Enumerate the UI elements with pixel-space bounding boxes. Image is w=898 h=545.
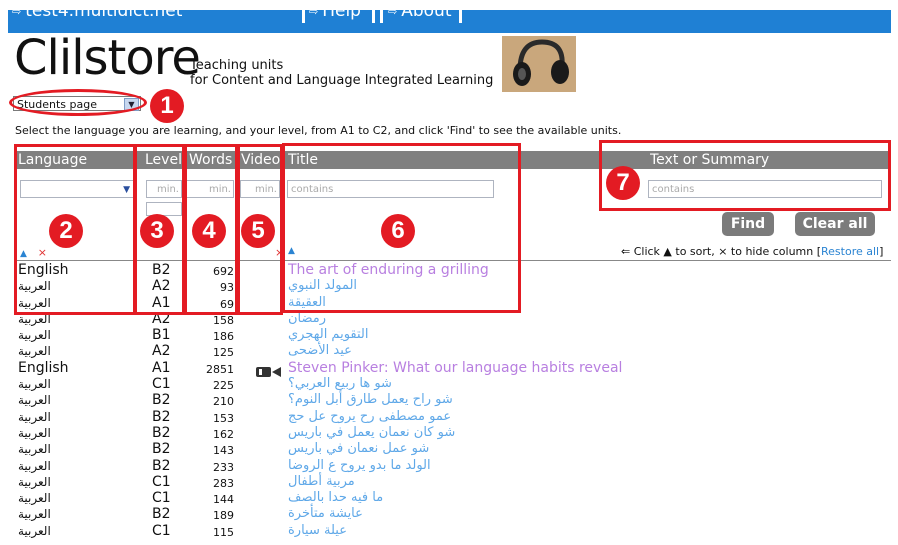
annotation-oval-page-select [9,89,147,116]
annotation-badge-2: 2 [49,214,83,248]
cell-title-link[interactable]: Steven Pinker: What our language habits … [288,360,622,376]
nav-about-link[interactable]: ⇨ About [388,1,451,22]
cell-level: A2 [152,343,171,360]
cell-level: C1 [152,376,171,393]
nav-divider [302,0,305,23]
table-row: العربية B2 153 عمو مصطفى رح يروح عل حج [16,409,891,425]
cell-language: العربية [18,328,51,343]
find-button[interactable]: Find [722,212,774,236]
cell-language: العربية [18,491,51,506]
annotation-badge-1: 1 [150,89,184,123]
nav-help-link[interactable]: ⇨ Help [309,1,361,22]
nav-site-label: test4.multidict.net [25,1,183,21]
cell-level: B2 [152,408,171,425]
cell-level: B2 [152,392,171,409]
table-row: English A1 2851 Steven Pinker: What our lan… [16,359,891,377]
arrow-right-icon: ⇨ [309,5,319,18]
cell-level: A1 [152,359,171,376]
cell-title-link[interactable]: شو راح يعمل طارق أبل النوم؟ [288,392,453,408]
cell-title-link[interactable]: ما فيه حدا بالصف [288,490,383,506]
sort-hint-text: ⇐ Click ▲ to sort, × to hide column [ [621,245,822,258]
cell-words: 115 [213,525,234,539]
cell-level: C1 [152,473,171,490]
cell-title-link[interactable]: شو كان نعمان يعمل في باريس [288,425,455,441]
cell-level: B2 [152,457,171,474]
cell-language: العربية [18,442,51,457]
nav-site-link[interactable]: ⇨ test4.multidict.net [12,1,182,22]
headphones-image [502,36,576,92]
cell-language: English [18,359,69,376]
arrow-right-icon: ⇨ [12,5,22,18]
table-row: العربية B2 143 شو عمل نعمان في باريس [16,441,891,457]
restore-all-link[interactable]: Restore all [821,245,879,258]
table-row: العربية C1 115 عيلة سيارة [16,523,891,539]
table-row: العربية B2 233 الولد ما بدو يروح ع الروضا [16,458,891,474]
annotation-box-summary [599,140,891,211]
cell-language: العربية [18,425,51,440]
cell-language: العربية [18,523,51,538]
cell-title-link[interactable]: عايشة متأخرة [288,506,363,522]
annotation-badge-5: 5 [241,214,275,248]
cell-language: العربية [18,458,51,473]
cell-title-link[interactable]: عيلة سيارة [288,523,347,539]
cell-title-link[interactable]: رمضان [288,311,326,327]
table-row: العربية B1 186 التقويم الهجري [16,327,891,343]
annotation-badge-4: 4 [192,214,226,248]
cell-language: العربية [18,344,51,359]
table-row: العربية C1 225 شو ها ربيع العربي؟ [16,376,891,392]
sort-hint-end: ] [879,245,884,258]
cell-title-link[interactable]: شو ها ربيع العربي؟ [288,376,392,392]
nav-divider [372,0,375,23]
tagline-line-1: Teaching units [190,58,284,73]
cell-level: B2 [152,506,171,523]
cell-language: العربية [18,393,51,408]
video-camera-icon [254,363,284,377]
annotation-badge-6: 6 [381,214,415,248]
cell-level: B2 [152,424,171,441]
cell-level: C1 [152,490,171,507]
clear-all-button[interactable]: Clear all [795,212,875,236]
cell-title-link[interactable]: شو عمل نعمان في باريس [288,441,429,457]
table-row: العربية B2 189 عايشة متأخرة [16,506,891,522]
nav-about-label: About [401,1,452,21]
tagline: Teaching units for Content and Language … [190,58,493,88]
cell-title-link[interactable]: مربية أطفال [288,474,355,490]
cell-language: العربية [18,507,51,522]
table-row: العربية A2 125 عيد الأضحى [16,343,891,359]
cell-title-link[interactable]: عيد الأضحى [288,343,352,359]
nav-divider [380,0,383,23]
nav-help-label: Help [322,1,361,21]
cell-title-link[interactable]: التقويم الهجري [288,327,369,343]
arrow-right-icon: ⇨ [388,5,398,18]
table-row: العربية C1 144 ما فيه حدا بالصف [16,490,891,506]
cell-title-link[interactable]: الولد ما بدو يروح ع الروضا [288,458,431,474]
annotation-badge-7: 7 [606,166,640,200]
sort-hint: ⇐ Click ▲ to sort, × to hide column [Res… [621,245,883,258]
cell-language: العربية [18,474,51,489]
cell-level: B1 [152,327,171,344]
clilstore-logo: Clilstore [14,30,201,86]
table-row: العربية C1 283 مربية أطفال [16,474,891,490]
table-row: العربية B2 162 شو كان نعمان يعمل في باريس [16,425,891,441]
tagline-line-2: for Content and Language Integrated Lear… [190,73,494,88]
cell-level: C1 [152,522,171,539]
cell-language: العربية [18,377,51,392]
cell-title-link[interactable]: عمو مصطفى رح يروح عل حج [288,409,451,425]
instructions-text: Select the language you are learning, an… [15,124,622,137]
table-row: العربية B2 210 شو راح يعمل طارق أبل النوم؟ [16,392,891,408]
cell-level: B2 [152,441,171,458]
nav-divider [459,0,462,23]
annotation-badge-3: 3 [140,214,174,248]
cell-language: العربية [18,409,51,424]
